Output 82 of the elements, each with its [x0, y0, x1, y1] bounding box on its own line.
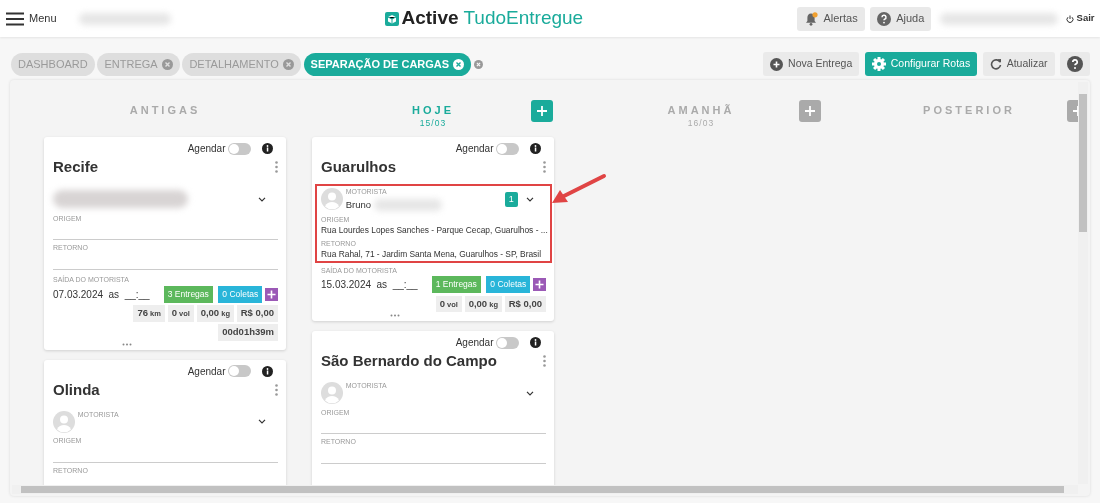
schedule-label: Agendar: [187, 142, 226, 156]
plus-icon: [535, 280, 544, 290]
more-icon[interactable]: [543, 161, 546, 174]
help-icon: [1067, 56, 1083, 72]
info-icon: [530, 337, 541, 349]
deliveries-badge: 3 Entregas: [163, 285, 213, 303]
column-title: HOJE: [412, 103, 454, 118]
logout-link[interactable]: Sair: [1076, 11, 1095, 26]
help-icon: [877, 11, 892, 26]
more-icon[interactable]: [390, 314, 400, 318]
vertical-scrollbar[interactable]: [1078, 82, 1088, 484]
info-icon: [262, 365, 273, 377]
add-button[interactable]: [533, 278, 546, 292]
help-button[interactable]: [1060, 52, 1090, 76]
column-title: AMANHÃ: [667, 103, 735, 118]
time-field[interactable]: __:__: [392, 277, 418, 293]
schedule-label: Agendar: [455, 336, 494, 351]
plus-icon: [267, 289, 276, 299]
more-icon[interactable]: [275, 161, 278, 174]
logo-icon: [384, 11, 399, 26]
more-icon[interactable]: [543, 355, 546, 368]
time-field[interactable]: __:__: [124, 286, 150, 302]
chevron-down-icon[interactable]: [526, 196, 534, 202]
info-icon: [530, 143, 541, 154]
avatar-icon: [321, 382, 343, 405]
stat-value: R$ 0,00: [236, 305, 278, 322]
schedule-toggle[interactable]: [228, 365, 252, 377]
pickups-badge: 0 Coletas: [486, 276, 531, 294]
add-button[interactable]: [265, 287, 278, 301]
chevron-down-icon[interactable]: [258, 196, 266, 202]
more-icon[interactable]: [275, 383, 278, 396]
address-text: Rua Lourdes Lopes Sanches - Parque Cecap, Guarulhos - ...: [321, 225, 546, 236]
deliveries-badge: 1 Entregas: [431, 276, 481, 294]
stat-value: R$ 0,00: [504, 295, 546, 313]
close-all-icon[interactable]: [473, 59, 483, 69]
more-icon[interactable]: [122, 342, 132, 346]
close-icon[interactable]: [453, 58, 465, 70]
horizontal-scrollbar[interactable]: [12, 485, 1078, 494]
address-text: Rua Rahal, 71 - Jardim Santa Mena, Guarulhos - SP, Brasil: [321, 249, 543, 261]
logo-text: Active TudoEntregue: [401, 6, 584, 31]
refresh-icon: [989, 58, 1002, 70]
departure-date: 15.03.2024: [321, 278, 372, 293]
schedule-label: Agendar: [455, 142, 494, 156]
column-date: 16/03: [687, 118, 715, 127]
add-button[interactable]: Nova Entrega: [763, 52, 860, 76]
alerts-button[interactable]: Alertas: [797, 6, 865, 31]
count-badge: 1: [504, 191, 518, 208]
avatar-icon: [53, 410, 75, 433]
add-icon: [770, 57, 784, 71]
schedule-toggle[interactable]: [228, 142, 252, 155]
card-title: Olinda: [53, 379, 100, 400]
column-date: 15/03: [419, 118, 447, 127]
power-icon: [1065, 14, 1074, 23]
card-title: Recife: [53, 157, 99, 177]
info-icon: [262, 143, 273, 154]
pickups-badge: 0 Coletas: [218, 285, 263, 303]
card-title: São Bernardo do Campo: [321, 351, 497, 372]
schedule-toggle[interactable]: [496, 142, 520, 155]
add-route-button[interactable]: [799, 100, 821, 122]
stat-value: 00d01h39m: [218, 324, 278, 341]
plus-icon: [804, 105, 816, 117]
refresh-button[interactable]: Atualizar: [982, 52, 1055, 76]
close-icon[interactable]: [282, 58, 294, 70]
at-label: as: [108, 287, 120, 302]
departure-date: 07.03.2024: [53, 287, 104, 302]
schedule-toggle[interactable]: [496, 336, 520, 349]
help-button[interactable]: Ajuda: [870, 6, 932, 31]
plus-icon: [536, 105, 548, 117]
driver-name: Bruno: [345, 197, 372, 212]
column-title: POSTERIOR: [923, 103, 1015, 118]
chevron-down-icon[interactable]: [526, 390, 534, 396]
card-title: Guarulhos: [321, 157, 396, 177]
gear-icon: [871, 57, 886, 71]
menu-label[interactable]: Menu: [29, 10, 57, 27]
at-label: as: [376, 278, 388, 293]
chevron-down-icon[interactable]: [258, 419, 266, 424]
avatar-icon: [321, 188, 343, 211]
schedule-label: Agendar: [187, 364, 226, 379]
add-route-button[interactable]: [531, 100, 553, 122]
close-icon[interactable]: [161, 58, 173, 70]
menu-icon[interactable]: [5, 11, 24, 26]
column-title: ANTIGAS: [129, 103, 201, 118]
